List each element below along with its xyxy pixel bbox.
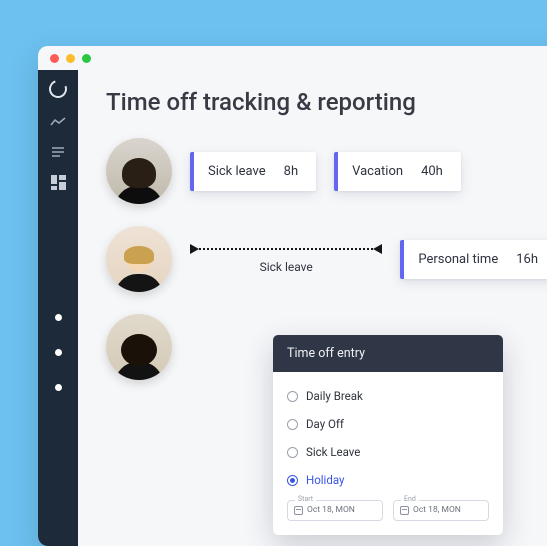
card-hours: 8h	[284, 164, 298, 179]
end-date-input[interactable]: End Oct 18, MON	[393, 500, 489, 521]
time-range-connector: Sick leave	[190, 244, 382, 274]
date-value: Oct 18, MON	[413, 505, 461, 515]
card-hours: 16h	[516, 252, 538, 267]
avatar[interactable]	[106, 314, 172, 380]
page-title: Time off tracking & reporting	[106, 88, 547, 116]
range-start-icon	[190, 244, 199, 254]
entry-option[interactable]: Daily Break	[287, 382, 489, 410]
radio-icon	[287, 475, 298, 486]
card-label: Personal time	[418, 252, 498, 267]
card-label: Vacation	[352, 164, 403, 179]
time-off-card[interactable]: Sick leave 8h	[190, 152, 316, 191]
avatar[interactable]	[106, 226, 172, 292]
user-row: Sick leave 8h Vacation 40h	[106, 138, 547, 204]
entry-option-selected[interactable]: Holiday	[287, 466, 489, 494]
connector-label: Sick leave	[260, 260, 313, 274]
calendar-icon	[400, 506, 409, 515]
radio-icon	[287, 447, 298, 458]
entry-option[interactable]: Day Off	[287, 410, 489, 438]
avatar[interactable]	[106, 138, 172, 204]
window-close-button[interactable]	[50, 54, 59, 63]
sidebar-item-tasks[interactable]	[50, 146, 66, 158]
card-label: Sick leave	[208, 164, 266, 179]
calendar-icon	[294, 506, 303, 515]
sidebar-indicator-dot	[55, 384, 62, 391]
sidebar-item-analytics[interactable]	[50, 116, 66, 128]
option-label: Sick Leave	[306, 445, 360, 459]
option-label: Holiday	[306, 473, 344, 487]
entry-option[interactable]: Sick Leave	[287, 438, 489, 466]
date-value: Oct 18, MON	[307, 505, 355, 515]
option-label: Daily Break	[306, 389, 363, 403]
time-off-card[interactable]: Personal time 16h	[400, 240, 547, 279]
app-window: Time off tracking & reporting Sick leave…	[38, 46, 547, 546]
field-label: End	[401, 495, 419, 503]
window-minimize-button[interactable]	[66, 54, 75, 63]
option-label: Day Off	[306, 417, 344, 431]
field-label: Start	[295, 495, 316, 503]
window-titlebar	[38, 46, 547, 70]
start-date-input[interactable]: Start Oct 18, MON	[287, 500, 383, 521]
sidebar	[38, 70, 78, 546]
time-off-card[interactable]: Vacation 40h	[334, 152, 461, 191]
range-end-icon	[373, 244, 382, 254]
sidebar-indicator-dot	[55, 349, 62, 356]
sidebar-item-dashboard[interactable]	[50, 176, 66, 188]
window-maximize-button[interactable]	[82, 54, 91, 63]
app-logo-icon	[46, 77, 70, 101]
user-row: Sick leave Personal time 16h	[106, 226, 547, 292]
radio-icon	[287, 419, 298, 430]
main-content: Time off tracking & reporting Sick leave…	[78, 70, 547, 546]
card-hours: 40h	[421, 164, 443, 179]
radio-icon	[287, 391, 298, 402]
panel-title: Time off entry	[273, 335, 503, 372]
time-off-entry-panel: Time off entry Daily Break Day Off Sick …	[273, 335, 503, 535]
sidebar-indicator-dot	[55, 314, 62, 321]
